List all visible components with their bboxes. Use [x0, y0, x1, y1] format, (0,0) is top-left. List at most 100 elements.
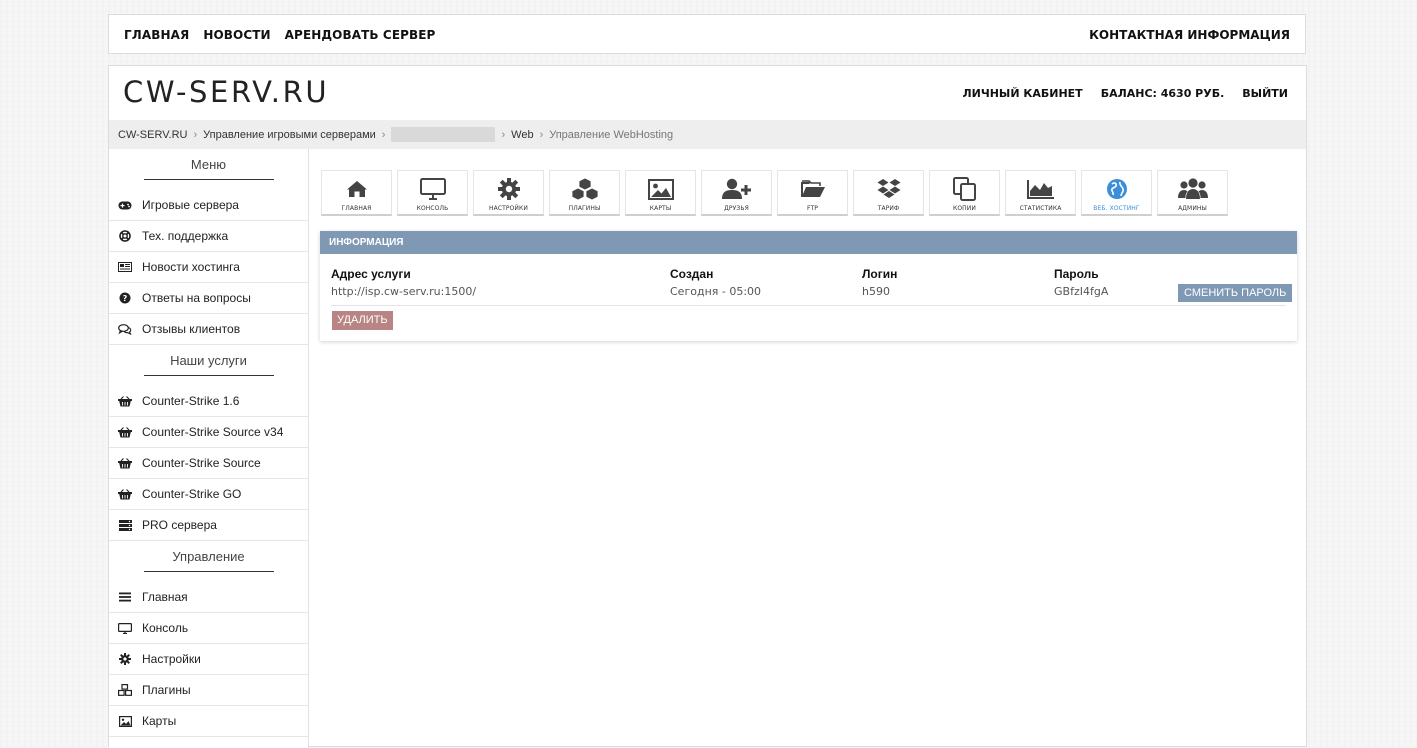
tab-plugins[interactable]: ПЛАГИНЫ [549, 170, 620, 216]
tab-backups[interactable]: КОПИИ [929, 170, 1000, 216]
sidebar-item-cs16[interactable]: Counter-Strike 1.6 [109, 386, 308, 417]
sidebar-item-label: Игровые сервера [142, 198, 239, 212]
info-panel: ИНФОРМАЦИЯ Адрес услуги http://isp.cw-se… [320, 231, 1297, 341]
comments-icon [117, 322, 133, 336]
sidebar-item-csgo[interactable]: Counter-Strike GO [109, 479, 308, 510]
sidebar-item-label: Отзывы клиентов [142, 322, 241, 336]
topnav-home-link[interactable]: ГЛАВНАЯ [124, 28, 189, 42]
tab-console[interactable]: КОНСОЛЬ [397, 170, 468, 216]
sidebar-manage-title: Управление [172, 549, 245, 564]
gear-icon [497, 176, 520, 202]
tab-label: ТАРИФ [877, 205, 900, 212]
tab-web-hosting[interactable]: ВЕБ. ХОСТИНГ [1081, 170, 1152, 216]
password-value: GBfzI4fgA [1054, 285, 1109, 298]
sidebar-menu-heading: Меню [109, 149, 308, 180]
sidebar-item-css-v34[interactable]: Counter-Strike Source v34 [109, 417, 308, 448]
account-link[interactable]: ЛИЧНЫЙ КАБИНЕТ [962, 87, 1082, 100]
tab-ftp[interactable]: FTP [777, 170, 848, 216]
sidebar-item-manage-console[interactable]: Консоль [109, 613, 308, 644]
sidebar-item-label: Тех. поддержка [142, 229, 229, 243]
sidebar-item-pro-servers[interactable]: PRO сервера [109, 510, 308, 541]
sidebar-item-label: Настройки [142, 652, 201, 666]
tab-tariff[interactable]: ТАРИФ [853, 170, 924, 216]
sidebar-item-label: Главная [142, 590, 188, 604]
monitor-icon [117, 621, 133, 635]
address-column: Адрес услуги http://isp.cw-serv.ru:1500/ [331, 267, 476, 298]
sidebar-item-label: Counter-Strike 1.6 [142, 394, 240, 408]
created-value: Сегодня - 05:00 [670, 285, 762, 298]
breadcrumb-game-servers[interactable]: Управление игровыми серверами [203, 129, 376, 141]
change-password-button[interactable]: СМЕНИТЬ ПАРОЛЬ [1178, 284, 1293, 302]
gear-icon [117, 652, 133, 666]
login-value: h590 [862, 285, 890, 298]
tab-admins[interactable]: АДМИНЫ [1157, 170, 1228, 216]
chevron-right-icon: › [501, 128, 506, 141]
gamepad-icon [117, 198, 133, 212]
sidebar-item-label: PRO сервера [142, 518, 217, 532]
sidebar-menu-title: Меню [190, 157, 227, 172]
tab-label: НАСТРОЙКИ [489, 205, 528, 212]
breadcrumb-redacted-server[interactable] [391, 127, 496, 142]
delete-button[interactable]: УДАЛИТЬ [332, 311, 393, 330]
chevron-right-icon: › [539, 128, 544, 141]
tab-label: СТАТИСТИКА [1019, 205, 1062, 212]
sidebar-services-title: Наши услуги [170, 353, 247, 368]
address-label: Адрес услуги [331, 267, 411, 281]
breadcrumb-web[interactable]: Web [511, 129, 533, 141]
sidebar-item-manage-plugins[interactable]: Плагины [109, 675, 308, 706]
tab-label: КАРТЫ [649, 205, 672, 212]
sidebar-item-label: Консоль [142, 621, 189, 635]
sidebar-item-reviews[interactable]: Отзывы клиентов [109, 314, 308, 345]
globe-icon [1106, 176, 1128, 202]
sidebar-item-faq[interactable]: ? Ответы на вопросы [109, 283, 308, 314]
list-icon [117, 590, 133, 604]
topnav-rent-server-link[interactable]: АРЕНДОВАТЬ СЕРВЕР [285, 28, 436, 42]
tab-statistics[interactable]: СТАТИСТИКА [1005, 170, 1076, 216]
password-column: Пароль GBfzI4fgA [1054, 267, 1108, 298]
top-nav: ГЛАВНАЯ НОВОСТИ АРЕНДОВАТЬ СЕРВЕР [124, 15, 449, 55]
tab-home[interactable]: ГЛАВНАЯ [321, 170, 392, 216]
created-label: Создан [670, 267, 714, 281]
sidebar-item-game-servers[interactable]: Игровые сервера [109, 190, 308, 221]
main-content: ГЛАВНАЯ КОНСОЛЬ НАСТРОЙКИ ПЛАГИНЫ КАРТЫ … [309, 149, 1306, 748]
info-divider [331, 305, 1286, 306]
breadcrumb: CW-SERV.RU › Управление игровыми сервера… [109, 120, 1306, 149]
address-value[interactable]: http://isp.cw-serv.ru:1500/ [331, 285, 476, 298]
chevron-right-icon: › [381, 128, 386, 141]
tab-settings[interactable]: НАСТРОЙКИ [473, 170, 544, 216]
sidebar-item-manage-maps[interactable]: Карты [109, 706, 308, 737]
main-container: CW-SERV.RU ЛИЧНЫЙ КАБИНЕТ БАЛАНС: 4630 Р… [108, 65, 1307, 748]
home-icon [346, 176, 368, 202]
basket-icon [117, 456, 133, 470]
sidebar-item-news[interactable]: Новости хостинга [109, 252, 308, 283]
breadcrumb-home[interactable]: CW-SERV.RU [109, 129, 187, 141]
sidebar-item-css[interactable]: Counter-Strike Source [109, 448, 308, 479]
sidebar-services-heading: Наши услуги [109, 345, 308, 376]
login-label: Логин [862, 267, 898, 281]
user-plus-icon [721, 176, 752, 202]
basket-icon [117, 425, 133, 439]
tab-label: ГЛАВНАЯ [341, 205, 372, 212]
sidebar: Меню Игровые сервера Тех. поддержка Ново… [109, 149, 309, 748]
chevron-right-icon: › [193, 128, 198, 141]
topnav-contact-link[interactable]: КОНТАКТНАЯ ИНФОРМАЦИЯ [1089, 15, 1290, 55]
sidebar-item-manage-home[interactable]: Главная [109, 582, 308, 613]
sidebar-item-label: Ответы на вопросы [142, 291, 251, 305]
sidebar-item-support[interactable]: Тех. поддержка [109, 221, 308, 252]
top-navbar: ГЛАВНАЯ НОВОСТИ АРЕНДОВАТЬ СЕРВЕР КОНТАК… [108, 14, 1306, 54]
tab-maps[interactable]: КАРТЫ [625, 170, 696, 216]
topnav-news-link[interactable]: НОВОСТИ [203, 28, 270, 42]
tab-label: КОПИИ [953, 205, 976, 212]
heading-underline [144, 375, 274, 376]
heading-underline [144, 179, 274, 180]
balance-link[interactable]: БАЛАНС: 4630 РУБ. [1101, 87, 1225, 100]
dropbox-icon [877, 176, 901, 202]
login-column: Логин h590 [862, 267, 897, 298]
tab-label: АДМИНЫ [1178, 205, 1207, 212]
server-toolbar: ГЛАВНАЯ КОНСОЛЬ НАСТРОЙКИ ПЛАГИНЫ КАРТЫ … [321, 170, 1233, 218]
sidebar-item-manage-settings[interactable]: Настройки [109, 644, 308, 675]
site-logo[interactable]: CW-SERV.RU [123, 75, 329, 109]
tab-friends[interactable]: ДРУЗЬЯ [701, 170, 772, 216]
svg-text:?: ? [123, 294, 128, 303]
logout-link[interactable]: ВЫЙТИ [1242, 87, 1288, 100]
